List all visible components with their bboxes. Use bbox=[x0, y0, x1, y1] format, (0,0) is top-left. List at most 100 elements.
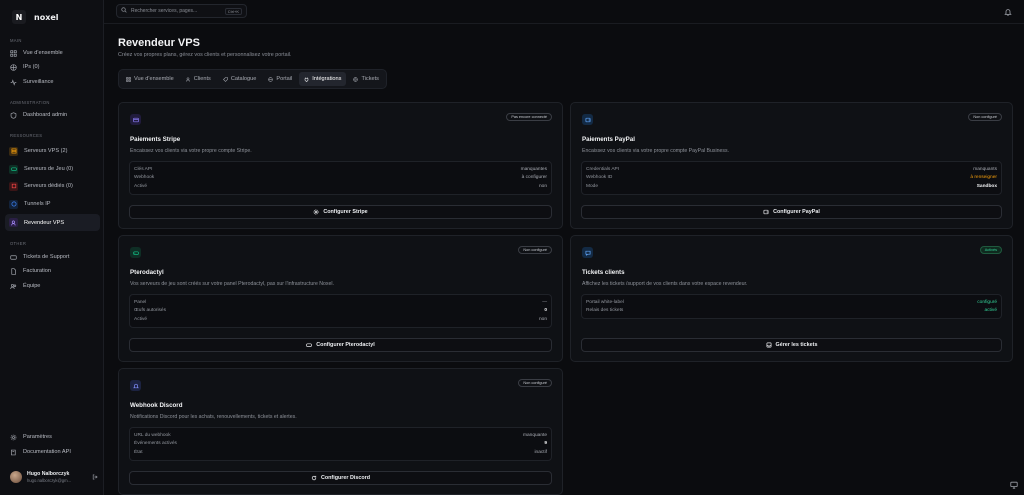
sidebar-item-overview[interactable]: Vue d'ensemble bbox=[5, 46, 100, 60]
activity-icon bbox=[9, 78, 17, 86]
shield-icon bbox=[9, 111, 17, 119]
card-title: Webhook Discord bbox=[130, 402, 183, 409]
tab-portal[interactable]: Portail bbox=[263, 72, 297, 86]
ticket-icon bbox=[9, 253, 17, 261]
bell-icon bbox=[130, 380, 141, 391]
manage-tickets-button[interactable]: Gérer les tickets bbox=[581, 338, 1002, 352]
tab-overview[interactable]: Vue d'ensemble bbox=[121, 72, 179, 86]
tab-bar: Vue d'ensemble Clients Catalogue Portail… bbox=[118, 69, 387, 89]
section-other: OTHER bbox=[10, 241, 27, 246]
sidebar-item-dedicated[interactable]: Serveurs dédiés (0) bbox=[5, 179, 100, 193]
sidebar-item-admin-dashboard[interactable]: Dashboard admin bbox=[5, 108, 100, 122]
logout-icon[interactable] bbox=[92, 474, 98, 480]
sidebar-item-label: Facturation bbox=[23, 268, 51, 274]
card-stripe: Pas encore connecté Paiements Stripe Enc… bbox=[118, 102, 563, 229]
sidebar-item-monitoring[interactable]: Surveillance bbox=[5, 75, 100, 89]
section-main: MAIN bbox=[10, 38, 22, 43]
info-row: URL du webhook manquante bbox=[134, 432, 547, 438]
sidebar-item-label: Tunnels IP bbox=[24, 201, 51, 207]
tab-label: Intégrations bbox=[312, 76, 342, 82]
inbox-icon bbox=[766, 342, 771, 348]
plug-icon bbox=[304, 77, 309, 82]
info-row: Œufs autorisés 0 bbox=[134, 308, 547, 314]
users-icon bbox=[185, 76, 190, 82]
file-icon bbox=[9, 267, 17, 275]
logo-mark: N bbox=[12, 10, 26, 24]
info-row: Webhook ID à renseigner bbox=[586, 175, 997, 181]
sidebar-item-tunnels[interactable]: Tunnels IP bbox=[5, 197, 100, 211]
sidebar-item-billing[interactable]: Facturation bbox=[5, 264, 100, 278]
configure-paypal-button[interactable]: Configurer PayPal bbox=[581, 205, 1002, 219]
tab-label: Clients bbox=[193, 76, 211, 82]
sidebar-item-vps[interactable]: Serveurs VPS (2) bbox=[5, 144, 100, 158]
tab-catalog[interactable]: Catalogue bbox=[218, 72, 262, 86]
card-description: Encaissez vos clients via votre propre c… bbox=[582, 148, 730, 154]
sidebar-item-label: IPs (0) bbox=[23, 64, 40, 70]
sidebar-item-settings[interactable]: Paramètres bbox=[5, 430, 100, 444]
sidebar-item-game-servers[interactable]: Serveurs de Jeu (0) bbox=[5, 162, 100, 176]
network-icon bbox=[9, 63, 17, 71]
configure-discord-button[interactable]: Configurer Discord bbox=[129, 471, 552, 485]
status-badge: Non configuré bbox=[518, 246, 552, 254]
sidebar-item-support[interactable]: Tickets de Support bbox=[5, 250, 100, 264]
logo[interactable]: N noxel bbox=[12, 10, 59, 24]
info-box: Panel — Œufs autorisés 0 Activé non bbox=[129, 294, 552, 328]
configure-stripe-button[interactable]: Configurer Stripe bbox=[129, 205, 552, 219]
credit-card-icon bbox=[130, 114, 141, 125]
refresh-icon bbox=[311, 475, 317, 481]
wallet-icon bbox=[582, 114, 593, 125]
search-icon bbox=[121, 7, 127, 15]
card-description: Notifications Discord pour les achats, r… bbox=[130, 414, 297, 420]
gamepad-icon bbox=[306, 343, 313, 347]
info-row: Événements activés 9 bbox=[134, 441, 547, 447]
card-tickets: Activés Tickets clients Affichez les tic… bbox=[570, 235, 1013, 362]
sidebar-item-label: Serveurs VPS (2) bbox=[24, 148, 68, 154]
sidebar-item-label: Surveillance bbox=[23, 79, 54, 85]
lifebuoy-icon bbox=[353, 76, 359, 82]
card-pterodactyl: Non configuré Pterodactyl Vos serveurs d… bbox=[118, 235, 563, 362]
sidebar-item-team[interactable]: Équipe bbox=[5, 279, 100, 293]
card-paypal: Non configuré Paiements PayPal Encaissez… bbox=[570, 102, 1013, 229]
card-title: Pterodactyl bbox=[130, 269, 164, 276]
sidebar-item-ips[interactable]: IPs (0) bbox=[5, 60, 100, 74]
tab-label: Vue d'ensemble bbox=[134, 76, 174, 82]
card-title: Paiements Stripe bbox=[130, 136, 181, 143]
info-row: État inactif bbox=[134, 449, 547, 455]
info-box: Portail white-label configuré Relais des … bbox=[581, 294, 1002, 319]
info-row: Activé non bbox=[134, 183, 547, 189]
card-description: Affichez les tickets /support de vos cli… bbox=[582, 281, 748, 287]
globe-icon bbox=[268, 76, 274, 82]
team-icon bbox=[9, 282, 17, 290]
grid-icon bbox=[126, 76, 131, 82]
info-row: Portail white-label configuré bbox=[586, 299, 997, 305]
sidebar-item-label: Paramètres bbox=[23, 434, 52, 440]
sidebar-item-api-docs[interactable]: Documentation API bbox=[5, 445, 100, 459]
user-profile[interactable]: Hugo Nalborczyk hugo.nalborczyk@gm... bbox=[10, 469, 98, 485]
card-title: Tickets clients bbox=[582, 269, 625, 276]
section-resources: RESSOURCES bbox=[10, 133, 43, 138]
sidebar-item-reseller[interactable]: Revendeur VPS bbox=[5, 214, 100, 231]
sidebar-item-label: Serveurs de Jeu (0) bbox=[24, 166, 74, 172]
configure-pterodactyl-button[interactable]: Configurer Pterodactyl bbox=[129, 338, 552, 352]
page-title: Revendeur VPS bbox=[118, 37, 200, 49]
monitor-icon[interactable] bbox=[1010, 481, 1018, 489]
card-description: Encaissez vos clients via votre propre c… bbox=[130, 148, 252, 154]
info-box: URL du webhook manquante Événements activ… bbox=[129, 427, 552, 461]
search-input[interactable] bbox=[131, 8, 219, 14]
user-email: hugo.nalborczyk@gm... bbox=[27, 478, 72, 483]
tab-clients[interactable]: Clients bbox=[181, 72, 216, 86]
tab-tickets[interactable]: Tickets bbox=[348, 72, 384, 86]
book-icon bbox=[9, 448, 17, 456]
app-name: noxel bbox=[34, 12, 59, 22]
topbar: Ctrl+K bbox=[104, 0, 1024, 24]
gamepad-icon bbox=[9, 164, 18, 174]
status-badge: Non configuré bbox=[518, 379, 552, 387]
wallet-icon bbox=[763, 209, 769, 215]
status-badge: Pas encore connecté bbox=[506, 113, 552, 121]
globe-icon bbox=[9, 199, 18, 209]
cpu-icon bbox=[9, 181, 18, 191]
gear-icon bbox=[313, 209, 319, 215]
bell-icon[interactable] bbox=[1004, 8, 1012, 16]
search-bar[interactable]: Ctrl+K bbox=[116, 4, 247, 18]
tab-integrations[interactable]: Intégrations bbox=[299, 72, 347, 86]
